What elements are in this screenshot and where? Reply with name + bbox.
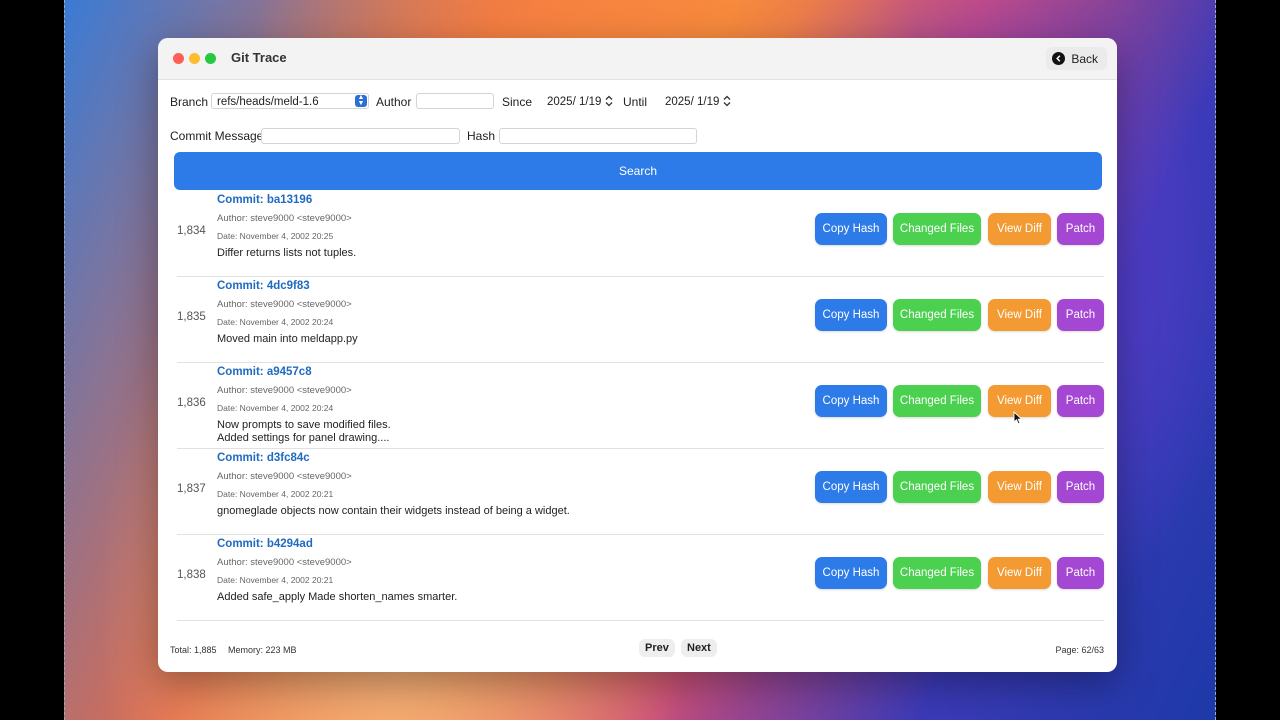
commit-row: 1,838 Commit: b4294ad Author: steve9000 … xyxy=(177,535,1104,621)
commit-author: Author: steve9000 <steve9000> xyxy=(217,557,352,568)
branch-select[interactable]: refs/heads/meld-1.6 ▲ ▼ xyxy=(211,93,369,109)
commit-row: 1,837 Commit: d3fc84c Author: steve9000 … xyxy=(177,449,1104,535)
commit-row: 1,835 Commit: 4dc9f83 Author: steve9000 … xyxy=(177,277,1104,363)
memory-usage: Memory: 223 MB xyxy=(228,645,297,655)
patch-button[interactable]: Patch xyxy=(1057,471,1104,503)
branch-label: Branch xyxy=(170,95,209,109)
commit-hash: Commit: d3fc84c xyxy=(217,452,310,464)
commit-message: Differ returns lists not tuples. xyxy=(217,247,357,259)
commit-hash: Commit: 4dc9f83 xyxy=(217,280,310,292)
commit-hash: Commit: a9457c8 xyxy=(217,366,312,378)
selection-border-left xyxy=(64,0,65,720)
commit-date: Date: November 4, 2002 20:24 xyxy=(217,317,334,327)
copy-hash-button[interactable]: Copy Hash xyxy=(815,299,887,331)
commit-message: Now prompts to save modified files. Adde… xyxy=(217,419,391,444)
commit-hash: Commit: ba13196 xyxy=(217,194,313,206)
date-stepper-icon xyxy=(723,95,731,107)
commit-row: 1,836 Commit: a9457c8 Author: steve9000 … xyxy=(177,363,1104,449)
commit-message: Moved main into meldapp.py xyxy=(217,333,358,345)
since-label: Since xyxy=(502,95,533,109)
patch-button[interactable]: Patch xyxy=(1057,299,1104,331)
commit-message: Added safe_apply Made shorten_names smar… xyxy=(217,591,458,603)
patch-button[interactable]: Patch xyxy=(1057,557,1104,589)
commit-message: gnomeglade objects now contain their wid… xyxy=(217,505,570,517)
since-date-value: 2025/ 1/19 xyxy=(547,96,602,108)
until-label: Until xyxy=(623,95,648,109)
copy-hash-button[interactable]: Copy Hash xyxy=(815,557,887,589)
commit-date: Date: November 4, 2002 20:24 xyxy=(217,403,334,413)
arrow-left-icon xyxy=(1052,52,1066,65)
branch-select-value: refs/heads/meld-1.6 xyxy=(217,96,319,108)
view-diff-button[interactable]: View Diff xyxy=(988,213,1051,245)
view-diff-button[interactable]: View Diff xyxy=(988,557,1051,589)
page-indicator: Page: 62/63 xyxy=(1055,645,1104,655)
commit-date: Date: November 4, 2002 20:21 xyxy=(217,575,334,585)
hash-label: Hash xyxy=(467,129,496,143)
hash-input[interactable] xyxy=(499,128,697,144)
commit-index: 1,835 xyxy=(177,311,206,323)
commit-author: Author: steve9000 <steve9000> xyxy=(217,385,352,396)
commit-message-input[interactable] xyxy=(261,128,460,144)
close-window-button[interactable] xyxy=(173,53,184,64)
changed-files-button[interactable]: Changed Files xyxy=(893,385,981,417)
select-arrows-icon: ▲ ▼ xyxy=(355,94,367,107)
patch-button[interactable]: Patch xyxy=(1057,213,1104,245)
commit-index: 1,837 xyxy=(177,483,206,495)
view-diff-button[interactable]: View Diff xyxy=(988,299,1051,331)
changed-files-button[interactable]: Changed Files xyxy=(893,557,981,589)
commit-date: Date: November 4, 2002 20:21 xyxy=(217,489,334,499)
commit-row: 1,834 Commit: ba13196 Author: steve9000 … xyxy=(177,191,1104,277)
commit-date: Date: November 4, 2002 20:25 xyxy=(217,231,334,241)
selection-border-right xyxy=(1215,0,1216,720)
author-input[interactable] xyxy=(416,93,494,109)
title-bar: Git Trace Back xyxy=(158,38,1117,80)
changed-files-button[interactable]: Changed Files xyxy=(893,299,981,331)
view-diff-button[interactable]: View Diff xyxy=(988,471,1051,503)
back-button[interactable]: Back xyxy=(1046,47,1107,70)
copy-hash-button[interactable]: Copy Hash xyxy=(815,471,887,503)
commit-author: Author: steve9000 <steve9000> xyxy=(217,471,352,482)
minimize-window-button[interactable] xyxy=(189,53,200,64)
app-window: Git Trace Back Branch refs/heads/meld-1.… xyxy=(158,38,1117,672)
total-count: Total: 1,885 xyxy=(170,645,217,655)
copy-hash-button[interactable]: Copy Hash xyxy=(815,213,887,245)
window-title: Git Trace xyxy=(231,50,287,65)
zoom-window-button[interactable] xyxy=(205,53,216,64)
commit-index: 1,838 xyxy=(177,569,206,581)
commit-index: 1,836 xyxy=(177,397,206,409)
next-page-button[interactable]: Next xyxy=(681,639,717,657)
prev-page-button[interactable]: Prev xyxy=(639,639,675,657)
until-date-picker[interactable]: 2025/ 1/19 xyxy=(659,93,735,109)
commit-hash: Commit: b4294ad xyxy=(217,538,313,550)
since-date-picker[interactable]: 2025/ 1/19 xyxy=(541,93,617,109)
commit-message-label: Commit Message xyxy=(170,129,264,143)
search-button[interactable]: Search xyxy=(174,152,1102,190)
back-button-label: Back xyxy=(1071,51,1098,66)
commit-index: 1,834 xyxy=(177,225,206,237)
status-footer: Total: 1,885 Memory: 223 MB Prev Next Pa… xyxy=(158,636,1117,666)
author-label: Author xyxy=(376,95,412,109)
commit-author: Author: steve9000 <steve9000> xyxy=(217,299,352,310)
changed-files-button[interactable]: Changed Files xyxy=(893,213,981,245)
copy-hash-button[interactable]: Copy Hash xyxy=(815,385,887,417)
commit-author: Author: steve9000 <steve9000> xyxy=(217,213,352,224)
patch-button[interactable]: Patch xyxy=(1057,385,1104,417)
until-date-value: 2025/ 1/19 xyxy=(665,96,720,108)
mouse-pointer-icon xyxy=(1013,411,1023,425)
date-stepper-icon xyxy=(605,95,613,107)
changed-files-button[interactable]: Changed Files xyxy=(893,471,981,503)
